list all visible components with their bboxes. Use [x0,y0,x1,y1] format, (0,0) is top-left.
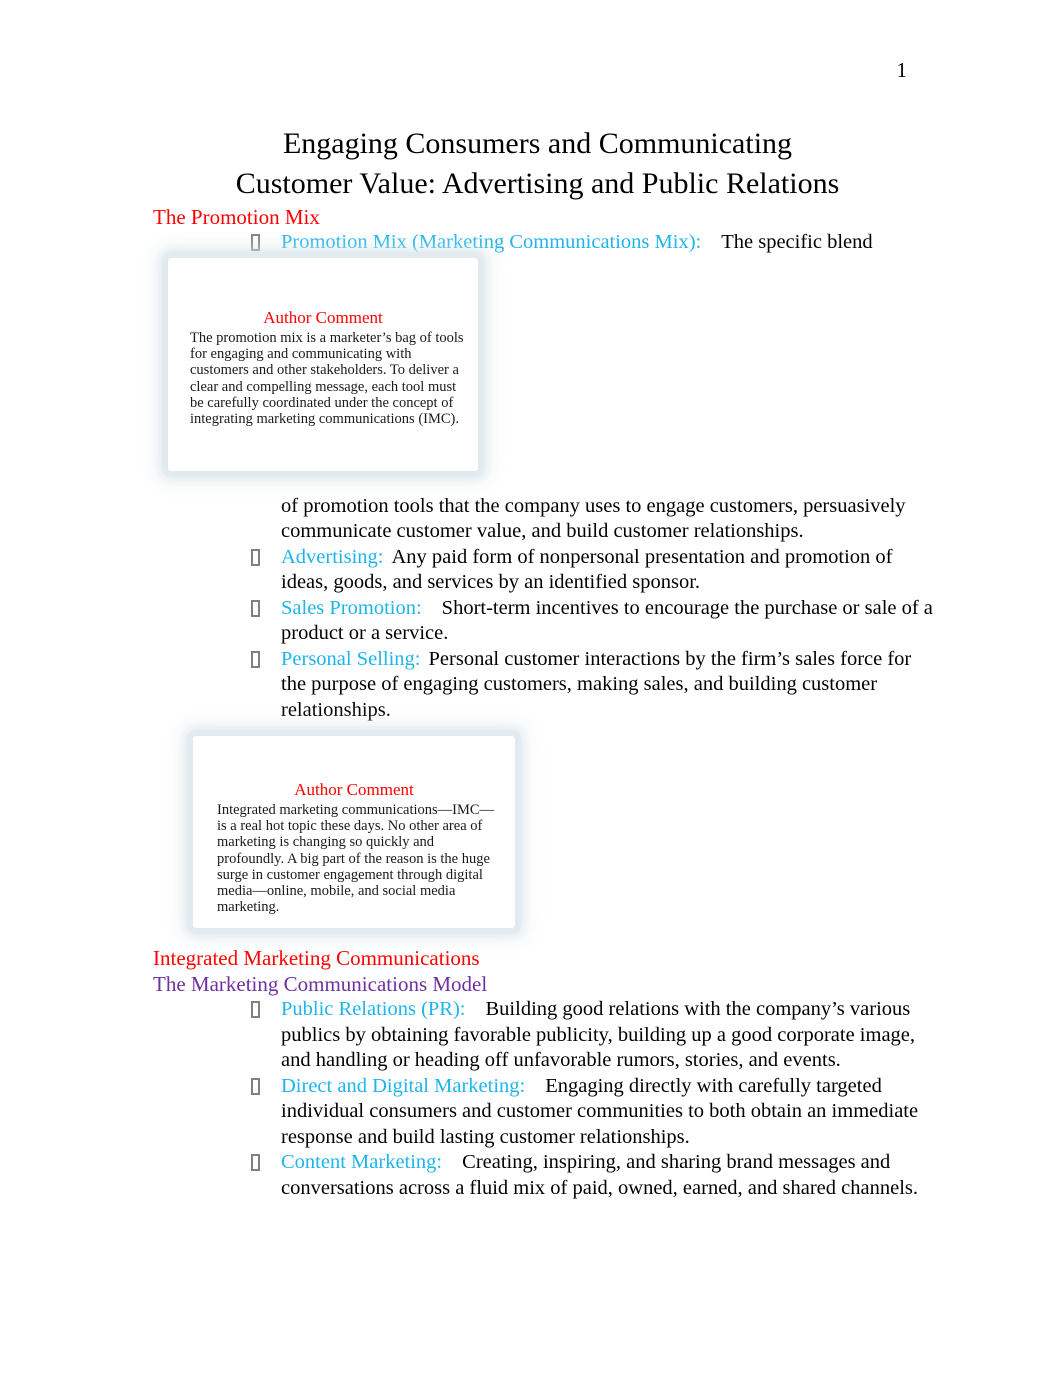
promotion-tools-list-top: Promotion Mix (Marketing Communications … [153,230,933,256]
page-number: 1 [896,58,908,82]
bullet-tofu-icon [251,548,260,566]
author-comment-title: Author Comment [294,780,414,799]
author-comment-body: The promotion mix is a marketer’s bag of… [190,330,464,428]
author-comment-title: Author Comment [263,308,383,327]
definition-promotion-mix-part1: The specific blend [721,231,873,253]
term-promotion-mix: Promotion Mix (Marketing Communications … [281,231,702,253]
heading-integrated-marketing-communications: Integrated Marketing Communications [153,946,480,970]
list-item-personal-selling: Personal Selling: Personal customer inter… [153,647,933,724]
bullet-tofu-icon [251,1001,260,1018]
definition-promotion-mix-part2: of promotion tools that the company uses… [281,494,906,543]
bullet-tofu-icon [251,234,260,251]
list-item-promotion-mix: Promotion Mix (Marketing Communications … [153,230,933,256]
term-sales-promotion: Sales Promotion: [281,596,422,619]
list-item-content-marketing: Content Marketing: Creating, inspiring, a… [153,1150,933,1201]
bullet-tofu-icon [251,599,260,617]
list-item-advertising: Advertising: Any paid form of nonpersonal… [153,545,933,596]
bullet-tofu-icon [251,650,260,668]
author-comment-callout-2: Author Comment Integrated marketing comm… [193,736,515,928]
promotion-tools-list-bottom: Public Relations (PR): Building good rela… [153,997,933,1201]
author-comment-callout-1: Author Comment The promotion mix is a ma… [168,258,478,471]
document-title-line-1: Engaging Consumers and Communicating [282,127,793,160]
term-personal-selling: Personal Selling: [281,647,421,670]
list-item-public-relations: Public Relations (PR): Building good rela… [153,997,933,1074]
bullet-tofu-icon [251,1077,260,1095]
bullet-tofu-icon [251,1154,260,1171]
document-title: Engaging Consumers and Communicating Cus… [150,124,925,204]
heading-marketing-communications-model: The Marketing Communications Model [153,972,488,996]
term-public-relations: Public Relations (PR): [281,998,466,1020]
document-page: 1 Engaging Consumers and Communicating C… [0,0,1062,1377]
heading-the-promotion-mix: The Promotion Mix [153,205,320,229]
list-item-direct-and-digital-marketing: Direct and Digital Marketing: Engaging di… [153,1074,933,1151]
term-content-marketing: Content Marketing: [281,1151,443,1173]
document-title-line-2: Customer Value: Advertising and Public R… [235,167,840,200]
promotion-tools-list-continued: Advertising: Any paid form of nonpersonal… [153,545,933,724]
author-comment-body: Integrated marketing communications—IMC—… [217,802,495,916]
term-advertising: Advertising: [281,545,384,568]
term-direct-and-digital-marketing: Direct and Digital Marketing: [281,1074,526,1097]
list-item-sales-promotion: Sales Promotion: Short-term incentives to… [153,596,933,647]
